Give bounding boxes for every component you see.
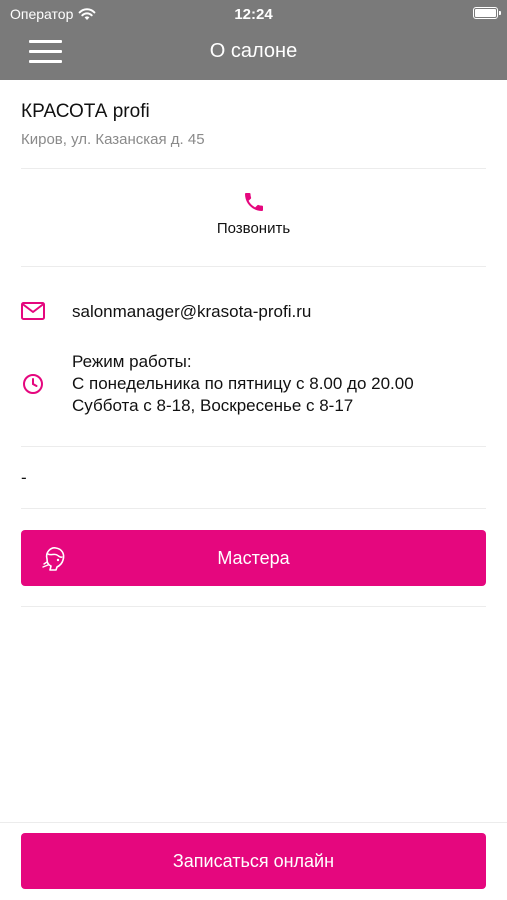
extra-info: - bbox=[21, 468, 27, 487]
salon-address: Киров, ул. Казанская д. 45 bbox=[21, 131, 205, 148]
masters-button[interactable]: Мастера bbox=[21, 530, 486, 586]
divider bbox=[21, 508, 486, 509]
status-time: 12:24 bbox=[234, 6, 273, 23]
schedule-title: Режим работы: bbox=[72, 352, 192, 371]
schedule-weekend: Суббота с 8-18, Воскресенье с 8-17 bbox=[72, 396, 354, 415]
battery-icon bbox=[473, 7, 501, 19]
schedule-weekdays: С понедельника по пятницу с 8.00 до 20.0… bbox=[72, 374, 414, 393]
master-face-icon bbox=[42, 547, 65, 571]
bottom-divider bbox=[0, 822, 507, 823]
email-link[interactable]: salonmanager@krasota-profi.ru bbox=[72, 302, 311, 322]
page-title: О салоне bbox=[209, 40, 298, 62]
masters-button-label: Мастера bbox=[217, 547, 290, 568]
call-button[interactable]: Позвонить bbox=[200, 190, 307, 242]
app-header: Оператор 12:24 О салоне bbox=[0, 0, 507, 80]
divider bbox=[21, 606, 486, 607]
status-bar: Оператор 12:24 bbox=[0, 0, 507, 28]
divider bbox=[21, 168, 486, 169]
clock-icon bbox=[23, 374, 43, 394]
schedule-block: Режим работы: С понедельника по пятницу … bbox=[72, 351, 414, 417]
divider bbox=[21, 446, 486, 447]
envelope-icon bbox=[21, 302, 45, 320]
phone-icon bbox=[244, 193, 263, 211]
call-label: Позвонить bbox=[216, 220, 291, 237]
book-online-button[interactable]: Записаться онлайн bbox=[21, 833, 486, 889]
book-online-label: Записаться онлайн bbox=[172, 850, 335, 871]
salon-name: КРАСОТА profi bbox=[21, 101, 150, 122]
divider bbox=[21, 266, 486, 267]
